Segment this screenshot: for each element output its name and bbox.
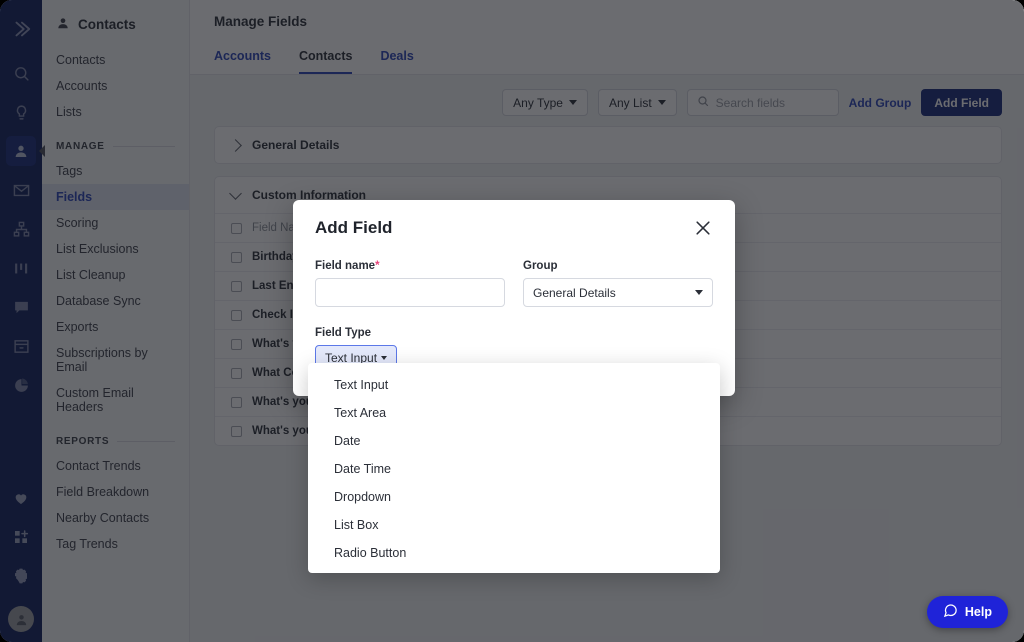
field-name-label: Field name* xyxy=(315,260,505,272)
menu-item-radio-button[interactable]: Radio Button xyxy=(308,539,720,567)
menu-item-text-input[interactable]: Text Input xyxy=(308,371,720,399)
menu-item-dropdown[interactable]: Dropdown xyxy=(308,483,720,511)
group-select-group: Group General Details xyxy=(523,260,713,307)
field-type-menu: Text Input Text Area Date Date Time Drop… xyxy=(308,363,720,573)
modal-form-row: Field name* Group General Details xyxy=(315,260,713,307)
field-name-label-text: Field name xyxy=(315,260,375,272)
chevron-down-icon xyxy=(381,356,387,360)
menu-item-text-area[interactable]: Text Area xyxy=(308,399,720,427)
menu-item-date-time[interactable]: Date Time xyxy=(308,455,720,483)
field-name-input[interactable] xyxy=(315,278,505,307)
app-window: Contacts Contacts Accounts Lists MANAGE … xyxy=(0,0,1024,642)
field-type-label: Field Type xyxy=(315,327,713,339)
help-button[interactable]: Help xyxy=(927,596,1008,628)
modal-title: Add Field xyxy=(315,218,392,238)
field-name-group: Field name* xyxy=(315,260,505,307)
group-select-value: General Details xyxy=(533,286,616,300)
chat-bubble-icon xyxy=(943,603,958,621)
menu-item-date[interactable]: Date xyxy=(308,427,720,455)
group-select[interactable]: General Details xyxy=(523,278,713,307)
close-icon[interactable] xyxy=(693,218,713,238)
modal-header: Add Field xyxy=(315,218,713,238)
menu-item-list-box[interactable]: List Box xyxy=(308,511,720,539)
group-label: Group xyxy=(523,260,713,272)
required-asterisk: * xyxy=(375,260,379,272)
help-button-label: Help xyxy=(965,605,992,619)
chevron-down-icon xyxy=(695,290,703,295)
